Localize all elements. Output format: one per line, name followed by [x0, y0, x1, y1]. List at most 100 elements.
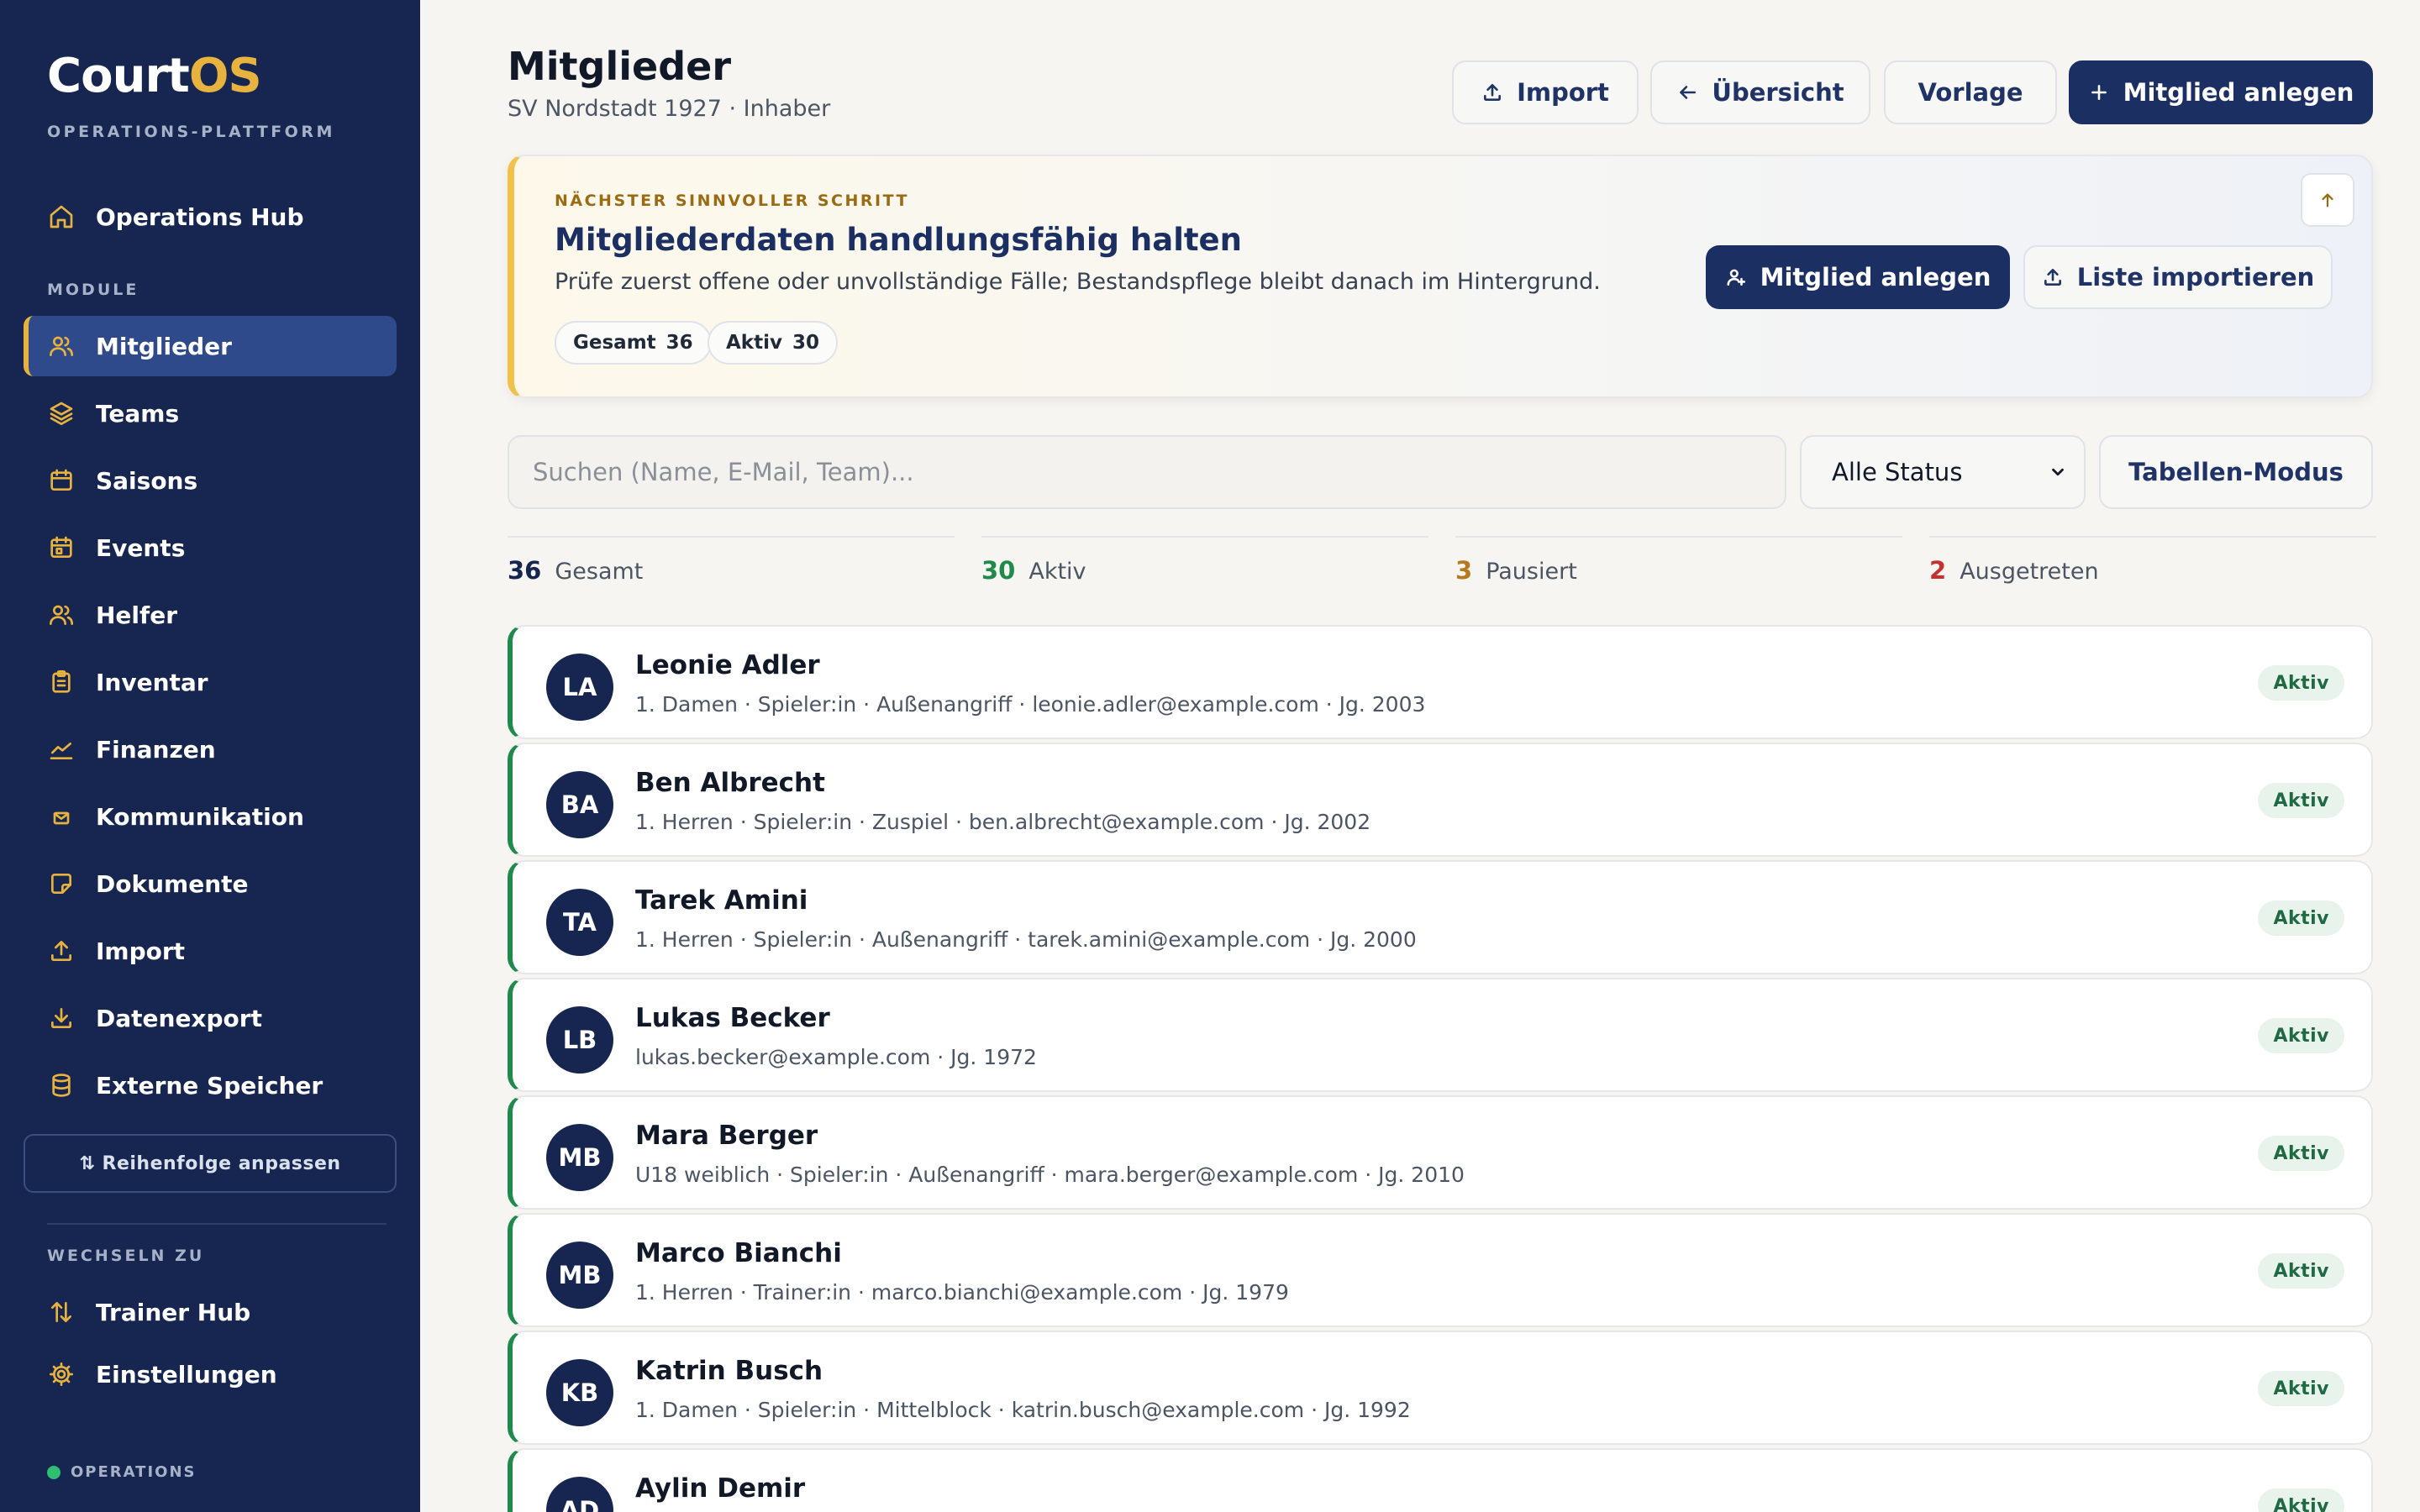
member-meta: 1. Damen · Spieler:in · Mittelblock · ka…	[635, 1398, 1411, 1422]
template-button-label: Vorlage	[1918, 78, 2023, 107]
status-badge: Aktiv	[2258, 1136, 2344, 1171]
member-row[interactable]: MB Marco Bianchi 1. Herren · Trainer:in …	[508, 1213, 2373, 1327]
stat-active: 30 Aktiv	[981, 536, 1428, 585]
nav-label: Datenexport	[96, 1004, 262, 1032]
status-badge: Aktiv	[2258, 665, 2344, 701]
stat-value: 30	[981, 556, 1016, 585]
page-subtitle: SV Nordstadt 1927 · Inhaber	[508, 96, 831, 122]
nav-label: Einstellungen	[96, 1360, 277, 1389]
nav-label: Events	[96, 533, 186, 562]
member-row[interactable]: LB Lukas Becker lukas.becker@example.com…	[508, 978, 2373, 1092]
hint-add-member-button[interactable]: Mitglied anlegen	[1706, 245, 2010, 309]
member-row[interactable]: KB Katrin Busch 1. Damen · Spieler:in · …	[508, 1331, 2373, 1445]
upload-icon	[47, 937, 76, 965]
nav-operations-hub[interactable]: Operations Hub	[24, 186, 397, 247]
member-row[interactable]: TA Tarek Amini 1. Herren · Spieler:in · …	[508, 860, 2373, 974]
nav-label: Mitglieder	[96, 332, 232, 360]
nav-label: Dokumente	[96, 869, 249, 898]
member-name: Katrin Busch	[635, 1356, 823, 1386]
chart-line-icon	[47, 735, 76, 764]
overview-button[interactable]: Übersicht	[1650, 60, 1870, 124]
nav-label: Import	[96, 937, 186, 965]
sidebar-item-datenexport[interactable]: Datenexport	[24, 988, 397, 1048]
sidebar-divider	[47, 1223, 387, 1225]
database-icon	[47, 1071, 76, 1100]
sidebar-item-teams[interactable]: Teams	[24, 383, 397, 444]
member-meta: 1. Herren · Spieler:in · Außenangriff · …	[635, 927, 1417, 952]
sidebar-item-dokumente[interactable]: Dokumente	[24, 853, 397, 914]
nav-label: Finanzen	[96, 735, 216, 764]
status-badge: Aktiv	[2258, 1018, 2344, 1053]
sidebar-item-helfer[interactable]: Helfer	[24, 585, 397, 645]
import-button[interactable]: Import	[1452, 60, 1639, 124]
avatar: LB	[546, 1006, 613, 1074]
status-filter-value: Alle Status	[1832, 458, 1963, 486]
sidebar-item-mitglieder[interactable]: Mitglieder	[24, 316, 397, 376]
stat-value: 3	[1455, 556, 1473, 585]
status-badge: Aktiv	[2258, 900, 2344, 936]
next-step-card: NÄCHSTER SINNVOLLER SCHRITT Mitgliederda…	[508, 155, 2373, 398]
note-icon	[47, 869, 76, 898]
sidebar-item-events[interactable]: Events	[24, 517, 397, 578]
calendar-icon	[47, 466, 76, 495]
stat-left: 2 Ausgetreten	[1929, 536, 2376, 585]
member-name: Marco Bianchi	[635, 1238, 842, 1268]
avatar: MB	[546, 1124, 613, 1191]
avatar: LA	[546, 654, 613, 721]
stat-total: 36 Gesamt	[508, 536, 955, 585]
helper-users-icon	[47, 601, 76, 629]
logo-suffix: OS	[188, 49, 262, 103]
status-badge: Aktiv	[2258, 1371, 2344, 1406]
nav-label: Trainer Hub	[96, 1298, 251, 1326]
chevron-down-icon	[2052, 468, 2064, 476]
add-member-button[interactable]: Mitglied anlegen	[2069, 60, 2373, 124]
sidebar-item-trainer-hub[interactable]: Trainer Hub	[24, 1282, 397, 1342]
status-badge: Aktiv	[2258, 783, 2344, 818]
logo-subtitle: OPERATIONS-PLATTFORM	[47, 123, 335, 141]
stat-paused: 3 Pausiert	[1455, 536, 1902, 585]
sidebar: CourtOS OPERATIONS-PLATTFORM Operations …	[0, 0, 420, 1512]
search-input[interactable]	[508, 435, 1786, 509]
upload-icon	[1484, 84, 1502, 101]
member-meta: 1. Herren · Spieler:in · Zuspiel · ben.a…	[635, 810, 1371, 834]
app-logo[interactable]: CourtOS	[47, 49, 262, 103]
chip-total-value: 36	[666, 332, 693, 354]
nav-label: Kommunikation	[96, 802, 304, 831]
sidebar-item-saisons[interactable]: Saisons	[24, 450, 397, 511]
import-list-button[interactable]: Liste importieren	[2023, 245, 2333, 309]
sidebar-item-finanzen[interactable]: Finanzen	[24, 719, 397, 780]
collapse-button[interactable]	[2301, 173, 2354, 227]
import-list-label: Liste importieren	[2076, 263, 2315, 291]
sidebar-item-inventar[interactable]: Inventar	[24, 652, 397, 712]
member-row[interactable]: LA Leonie Adler 1. Damen · Spieler:in · …	[508, 625, 2373, 739]
table-mode-button[interactable]: Tabellen-Modus	[2099, 435, 2373, 509]
modules-heading: MODULE	[47, 281, 139, 299]
status-badge: Aktiv	[2258, 1488, 2344, 1512]
chip-total: Gesamt 36	[555, 321, 712, 365]
import-button-label: Import	[1517, 78, 1609, 107]
member-name: Lukas Becker	[635, 1003, 830, 1033]
status-label: OPERATIONS	[71, 1463, 197, 1481]
avatar: AD	[546, 1477, 613, 1512]
reorder-button[interactable]: ⇅ Reihenfolge anpassen	[24, 1134, 397, 1193]
nav-label: Teams	[96, 399, 180, 428]
member-row[interactable]: AD Aylin Demir Aktiv	[508, 1448, 2373, 1512]
nav-label: Externe Speicher	[96, 1071, 324, 1100]
sidebar-item-externe-speicher[interactable]: Externe Speicher	[24, 1055, 397, 1116]
plus-icon	[2091, 85, 2107, 100]
sidebar-item-import[interactable]: Import	[24, 921, 397, 981]
add-member-button-label: Mitglied anlegen	[2123, 78, 2354, 107]
template-button[interactable]: Vorlage	[1884, 60, 2057, 124]
hint-add-member-label: Mitglied anlegen	[1760, 263, 1991, 291]
status-filter-select[interactable]: Alle Status	[1800, 435, 2086, 509]
member-name: Ben Albrecht	[635, 768, 825, 798]
sidebar-item-einstellungen[interactable]: Einstellungen	[24, 1344, 397, 1404]
member-row[interactable]: MB Mara Berger U18 weiblich · Spieler:in…	[508, 1095, 2373, 1210]
member-name: Tarek Amini	[635, 885, 808, 916]
member-row[interactable]: BA Ben Albrecht 1. Herren · Spieler:in ·…	[508, 743, 2373, 857]
chip-active-value: 30	[792, 332, 819, 354]
member-meta: 1. Herren · Trainer:in · marco.bianchi@e…	[635, 1280, 1289, 1305]
sidebar-item-kommunikation[interactable]: Kommunikation	[24, 786, 397, 847]
nav-label: Helfer	[96, 601, 178, 629]
calendar-event-icon	[47, 533, 76, 562]
